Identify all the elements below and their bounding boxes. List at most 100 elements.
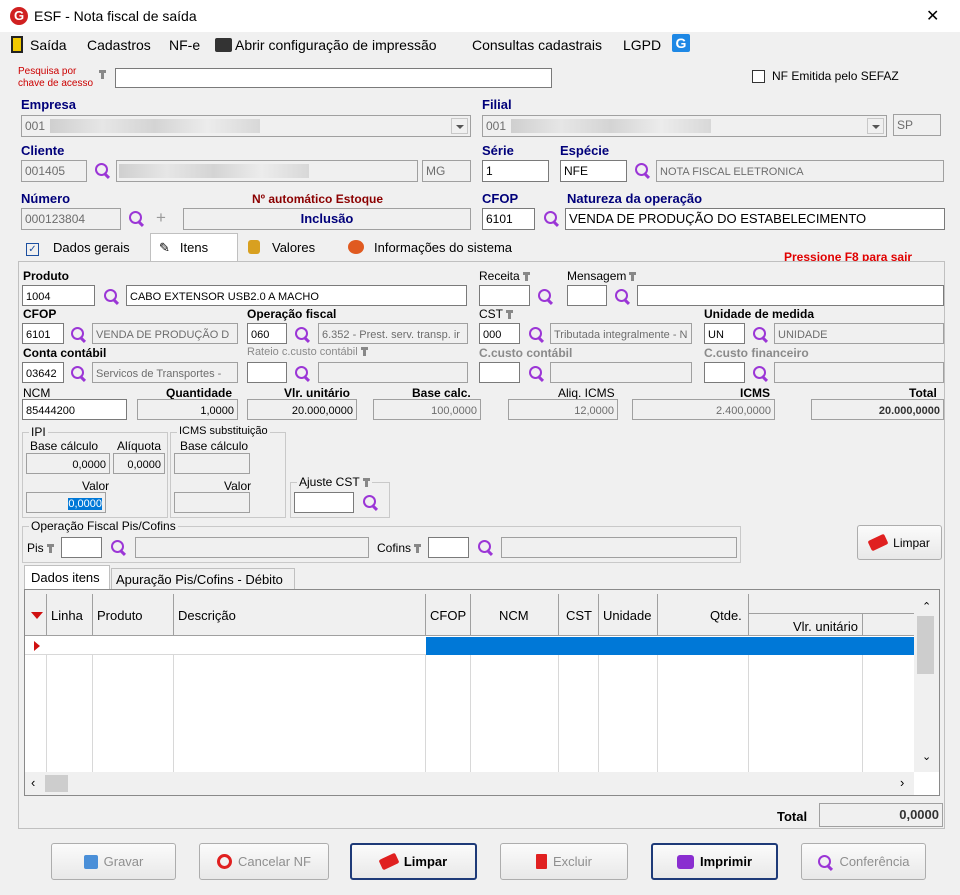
col-vlr-unitario[interactable]: Vlr. unitário [749, 614, 863, 636]
tab-dados-gerais[interactable]: ✓ Dados gerais [18, 236, 148, 260]
cancelar-nf-button[interactable]: Cancelar NF [199, 843, 329, 880]
scroll-thumb[interactable] [917, 616, 934, 674]
receita-search-icon[interactable] [537, 288, 553, 304]
numero-search-icon[interactable] [128, 210, 144, 226]
cfop-input[interactable]: 6101 [482, 208, 535, 230]
limpar-item-button[interactable]: Limpar [857, 525, 942, 560]
receita-input[interactable] [479, 285, 530, 306]
title-bar: G ESF - Nota fiscal de saída ✕ [0, 0, 960, 32]
produto-search-icon[interactable] [103, 288, 119, 304]
menu-lgpd[interactable]: LGPD [623, 37, 661, 53]
item-cfop-search-icon[interactable] [70, 326, 86, 342]
especie-search-icon[interactable] [634, 162, 650, 178]
scroll-up-icon[interactable]: ⌃ [922, 600, 931, 613]
produto-code[interactable]: 1004 [22, 285, 95, 306]
subtab-apuracao[interactable]: Apuração Pis/Cofins - Débito [111, 568, 295, 589]
conferencia-button[interactable]: Conferência [801, 843, 926, 880]
hscroll-thumb[interactable] [45, 775, 68, 792]
col-descricao[interactable]: Descrição [174, 594, 426, 636]
cfop-search-icon[interactable] [543, 210, 559, 226]
tab-valores[interactable]: Valores [240, 236, 340, 260]
icmsst-base-input[interactable] [174, 453, 250, 474]
lgpd-logo-icon[interactable]: G [672, 34, 690, 52]
search-key-input[interactable] [115, 68, 552, 88]
ipi-aliq-input[interactable]: 0,0000 [113, 453, 165, 474]
scroll-left-icon[interactable]: ‹ [31, 775, 35, 790]
menu-nfe[interactable]: NF-e [169, 37, 200, 53]
mensagem-search-icon[interactable] [614, 288, 630, 304]
rateio-code[interactable] [247, 362, 287, 383]
serie-input[interactable]: 1 [482, 160, 549, 182]
grid-selected-row[interactable] [25, 637, 914, 655]
cliente-code[interactable]: 001405 [21, 160, 87, 182]
col-cst[interactable]: CST [559, 594, 599, 636]
mensagem-code[interactable] [567, 285, 607, 306]
col-produto[interactable]: Produto [93, 594, 174, 636]
printer-icon [215, 38, 232, 52]
add-icon[interactable]: + [156, 208, 166, 228]
ccfin-code[interactable] [704, 362, 745, 383]
menu-consultas[interactable]: Consultas cadastrais [472, 37, 602, 53]
ajuste-search-icon[interactable] [362, 494, 378, 510]
qtd-input[interactable]: 1,0000 [137, 399, 238, 420]
empresa-value: 001 [25, 119, 46, 133]
tab-info-sistema[interactable]: Informações do sistema [340, 236, 535, 260]
empresa-select[interactable]: 001 [21, 115, 471, 137]
grid-col-line [559, 655, 599, 776]
opfiscal-search-icon[interactable] [294, 326, 310, 342]
ccusto-search-icon[interactable] [528, 365, 544, 381]
menu-cadastros[interactable]: Cadastros [87, 37, 151, 53]
cliente-search-icon[interactable] [94, 162, 110, 178]
opfiscal-code[interactable]: 060 [247, 323, 287, 344]
unidade-code[interactable]: UN [704, 323, 745, 344]
ajuste-input[interactable] [294, 492, 354, 513]
cst-search-icon[interactable] [528, 326, 544, 342]
produto-desc: CABO EXTENSOR USB2.0 A MACHO [126, 285, 467, 306]
tab-itens[interactable]: ✎ Itens [150, 233, 238, 263]
especie-desc: NOTA FISCAL ELETRONICA [656, 160, 944, 182]
menu-abrir-config[interactable]: Abrir configuração de impressão [235, 37, 437, 53]
conta-search-icon[interactable] [70, 365, 86, 381]
close-icon[interactable]: ✕ [926, 6, 939, 26]
vunit-input[interactable]: 20.000,0000 [247, 399, 357, 420]
ccfin-search-icon[interactable] [752, 365, 768, 381]
cofins-search-icon[interactable] [477, 539, 493, 555]
cliente-label: Cliente [21, 143, 65, 158]
cst-code[interactable]: 000 [479, 323, 520, 344]
info-icon [348, 240, 364, 254]
natureza-input[interactable]: VENDA DE PRODUÇÃO DO ESTABELECIMENTO [565, 208, 945, 230]
ipi-base-input[interactable]: 0,0000 [26, 453, 110, 474]
ccusto-code[interactable] [479, 362, 520, 383]
col-linha[interactable]: Linha [47, 594, 93, 636]
col-qtde[interactable]: Qtde. [658, 594, 749, 636]
excluir-button[interactable]: Excluir [500, 843, 628, 880]
total-item-label: Total [909, 386, 937, 400]
grid-vscrollbar[interactable]: ⌃ ⌄ [914, 590, 939, 772]
gravar-button[interactable]: Gravar [51, 843, 176, 880]
scroll-down-icon[interactable]: ⌄ [922, 750, 931, 763]
col-cfop[interactable]: CFOP [426, 594, 471, 636]
limpar-button[interactable]: Limpar [350, 843, 477, 880]
item-cfop-code[interactable]: 6101 [22, 323, 64, 344]
subtab-dados-itens[interactable]: Dados itens [24, 565, 110, 589]
especie-code[interactable]: NFE [560, 160, 627, 182]
pis-search-icon[interactable] [110, 539, 126, 555]
grid-hscrollbar[interactable]: ‹ › [25, 772, 914, 795]
rateio-search-icon[interactable] [294, 365, 310, 381]
numero-input[interactable]: 000123804 [21, 208, 121, 230]
imprimir-button[interactable]: Imprimir [651, 843, 778, 880]
unidade-search-icon[interactable] [752, 326, 768, 342]
col-unidade[interactable]: Unidade [599, 594, 658, 636]
menu-saida[interactable]: Saída [30, 37, 67, 53]
conta-code[interactable]: 03642 [22, 362, 64, 383]
ipi-valor-input[interactable]: 0,0000 [26, 492, 106, 513]
icmsst-valor-input[interactable] [174, 492, 250, 513]
scroll-right-icon[interactable]: › [900, 775, 904, 790]
ncm-input[interactable]: 85444200 [22, 399, 127, 420]
cofins-input[interactable] [428, 537, 469, 558]
filial-select[interactable]: 001 [482, 115, 887, 137]
pis-input[interactable] [61, 537, 102, 558]
col-ncm[interactable]: NCM [471, 594, 559, 636]
unidade-label: Unidade de medida [704, 307, 815, 321]
sefaz-checkbox[interactable] [752, 70, 765, 83]
